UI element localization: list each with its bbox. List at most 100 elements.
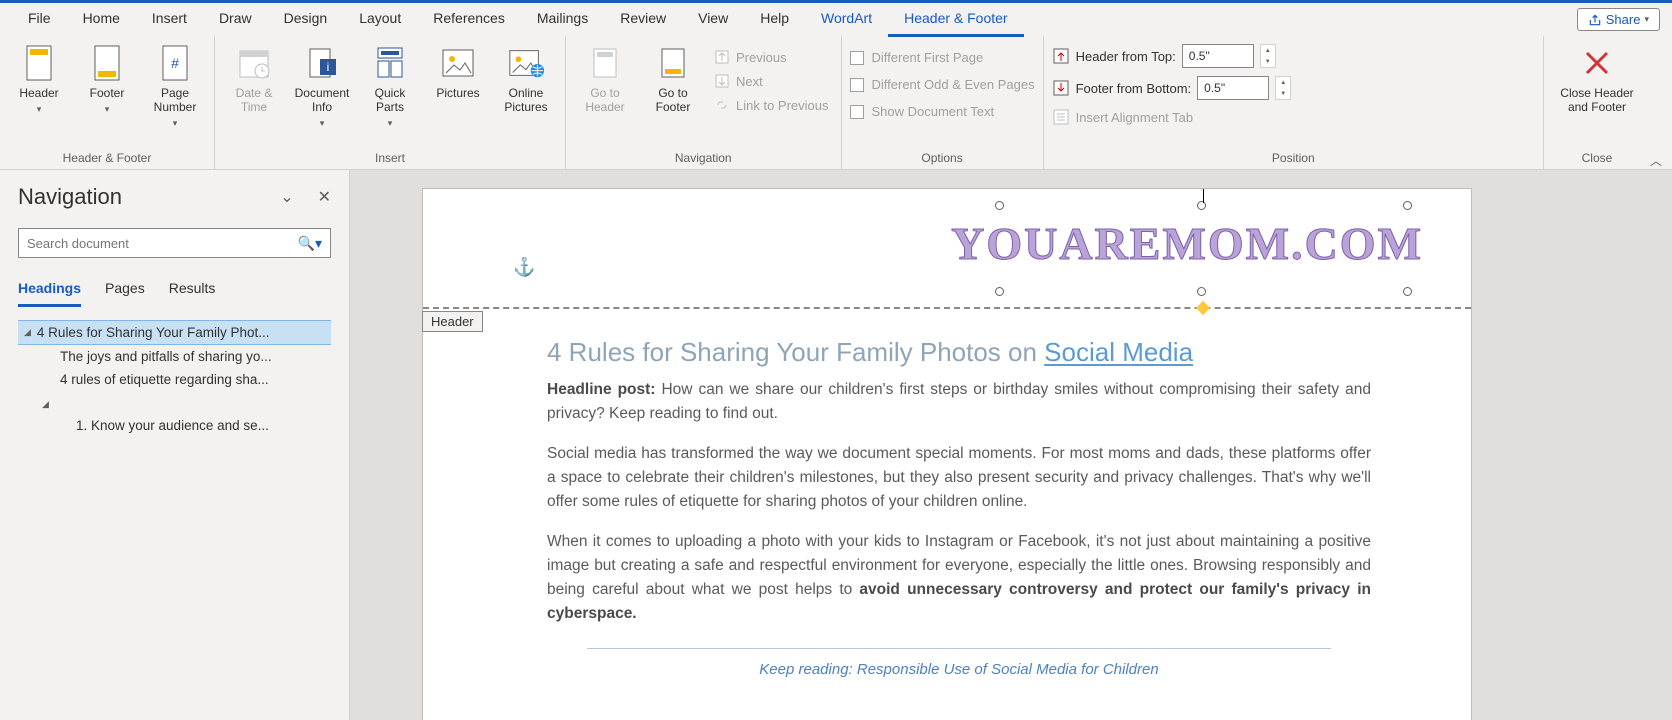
divider	[587, 648, 1331, 649]
next-button: Next	[710, 70, 833, 92]
nav-pane-title: Navigation	[18, 184, 122, 210]
group-label-position: Position	[1052, 149, 1535, 167]
header-label: Header	[19, 86, 58, 100]
diff-first-checkbox[interactable]: Different First Page	[850, 48, 1035, 67]
tab-help[interactable]: Help	[744, 2, 805, 37]
tab-review[interactable]: Review	[604, 2, 682, 37]
close-pane-icon[interactable]: ✕	[318, 187, 331, 207]
group-options: Different First Page Different Odd & Eve…	[842, 36, 1044, 169]
group-label-nav: Navigation	[574, 149, 833, 167]
header-top-input[interactable]: 0.5"	[1182, 44, 1254, 68]
group-label-insert: Insert	[223, 149, 557, 167]
show-doc-text-checkbox[interactable]: Show Document Text	[850, 102, 1035, 121]
quick-parts-button[interactable]: Quick Parts▾	[359, 40, 421, 133]
main-area: Navigation ⌄ ✕ 🔍▾ Headings Pages Results…	[0, 170, 1672, 720]
headline-text: How can we share our children's first st…	[547, 381, 1371, 422]
headline-label: Headline post:	[547, 381, 661, 398]
checkbox-icon	[850, 105, 864, 119]
tab-header-footer[interactable]: Header & Footer	[888, 2, 1024, 37]
anchor-icon: ⚓	[513, 257, 535, 278]
search-box[interactable]: 🔍▾	[18, 228, 331, 258]
group-label-options: Options	[850, 149, 1035, 167]
footer-bottom-label: Footer from Bottom:	[1076, 81, 1192, 96]
tree-item-h3[interactable]: 1. Know your audience and se...	[18, 414, 331, 437]
tab-wordart[interactable]: WordArt	[805, 2, 888, 37]
online-pictures-button[interactable]: Online Pictures	[495, 40, 557, 118]
close-header-footer-button[interactable]: Close Header and Footer	[1552, 40, 1642, 118]
pictures-button[interactable]: Pictures	[427, 40, 489, 104]
search-icon[interactable]: 🔍▾	[298, 235, 322, 252]
group-header-footer: Header▾ Footer▾ # Page Number▾ Header & …	[0, 36, 215, 169]
calendar-icon	[235, 44, 273, 82]
close-label: Close Header and Footer	[1554, 86, 1640, 114]
nav-tab-headings[interactable]: Headings	[18, 276, 81, 307]
checkbox-icon	[850, 78, 864, 92]
group-insert: Date & Time i Document Info▾ Quick Parts…	[215, 36, 566, 169]
tab-draw[interactable]: Draw	[203, 2, 268, 37]
footer-bottom-icon	[1052, 79, 1070, 97]
tree-item-h2b[interactable]: 4 rules of etiquette regarding sha...	[18, 368, 331, 391]
text-cursor	[1203, 189, 1204, 203]
nav-tab-results[interactable]: Results	[169, 276, 216, 307]
nav-tab-pages[interactable]: Pages	[105, 276, 145, 307]
share-icon	[1588, 13, 1602, 27]
selection-handle[interactable]	[1403, 287, 1412, 296]
header-top-spinner[interactable]: ▲▼	[1260, 44, 1276, 68]
tab-mailings[interactable]: Mailings	[521, 2, 604, 37]
wordart-object[interactable]: YOUAREMOM.COM	[951, 217, 1423, 270]
footer-button[interactable]: Footer▾	[76, 40, 138, 119]
share-button[interactable]: Share ▾	[1577, 8, 1660, 31]
ribbon: Header▾ Footer▾ # Page Number▾ Header & …	[0, 36, 1672, 170]
diff-odd-even-checkbox[interactable]: Different Odd & Even Pages	[850, 75, 1035, 94]
footer-bottom-input[interactable]: 0.5"	[1197, 76, 1269, 100]
tab-references[interactable]: References	[417, 2, 521, 37]
header-top-icon	[1052, 47, 1070, 65]
group-label-close: Close	[1552, 149, 1642, 167]
selection-handle[interactable]	[995, 201, 1004, 210]
tree-item-h2a[interactable]: The joys and pitfalls of sharing yo...	[18, 345, 331, 368]
previous-button: Previous	[710, 46, 833, 68]
tab-home[interactable]: Home	[67, 2, 136, 37]
title-text: 4 Rules for Sharing Your Family Photos o…	[547, 337, 1044, 367]
page: ⚓ YOUAREMOM.COM Header 4 Rules for Shari…	[422, 188, 1472, 720]
chevron-down-icon[interactable]: ⌄	[280, 187, 293, 207]
footer-icon	[88, 44, 126, 82]
tree-item-h1[interactable]: ◢4 Rules for Sharing Your Family Phot...	[18, 320, 331, 345]
checkbox-icon	[850, 51, 864, 65]
goto-header-label: Go to Header	[576, 86, 634, 114]
selection-handle[interactable]	[1197, 201, 1206, 210]
tab-view[interactable]: View	[682, 2, 744, 37]
tab-insert[interactable]: Insert	[136, 2, 203, 37]
header-button[interactable]: Header▾	[8, 40, 70, 119]
ribbon-collapse-button[interactable]: ︿	[1650, 146, 1672, 169]
goto-header-icon	[586, 44, 624, 82]
headline-paragraph: Headline post: How can we share our chil…	[547, 378, 1371, 426]
menu-tabs-bar: File Home Insert Draw Design Layout Refe…	[0, 0, 1672, 36]
quick-parts-icon	[371, 44, 409, 82]
keep-reading-link: Keep reading: Responsible Use of Social …	[547, 661, 1371, 678]
tab-design[interactable]: Design	[268, 2, 344, 37]
tree-caret-collapsed[interactable]: ◢	[18, 391, 331, 414]
group-close: Close Header and Footer Close	[1544, 36, 1650, 169]
tab-layout[interactable]: Layout	[343, 2, 417, 37]
link-previous-button: Link to Previous	[710, 94, 833, 116]
document-info-button[interactable]: i Document Info▾	[291, 40, 353, 133]
group-navigation: Go to Header Go to Footer Previous Next …	[566, 36, 842, 169]
chevron-down-icon: ▾	[1644, 14, 1649, 25]
header-top-value: 0.5"	[1189, 49, 1210, 63]
tree-item-label: 4 Rules for Sharing Your Family Phot...	[37, 325, 270, 340]
footer-bottom-spinner[interactable]: ▲▼	[1275, 76, 1291, 100]
selection-handle[interactable]	[1403, 201, 1412, 210]
header-region[interactable]: ⚓ YOUAREMOM.COM	[423, 189, 1471, 309]
pictures-icon	[439, 44, 477, 82]
page-number-button[interactable]: # Page Number▾	[144, 40, 206, 133]
tab-file[interactable]: File	[12, 2, 67, 37]
svg-text:i: i	[327, 60, 330, 74]
goto-footer-button[interactable]: Go to Footer	[642, 40, 704, 118]
selection-handle[interactable]	[1197, 287, 1206, 296]
selection-handle[interactable]	[995, 287, 1004, 296]
document-title: 4 Rules for Sharing Your Family Photos o…	[547, 337, 1371, 368]
paragraph-1: Social media has transformed the way we …	[547, 442, 1371, 514]
search-input[interactable]	[27, 236, 298, 251]
online-pictures-label: Online Pictures	[497, 86, 555, 114]
